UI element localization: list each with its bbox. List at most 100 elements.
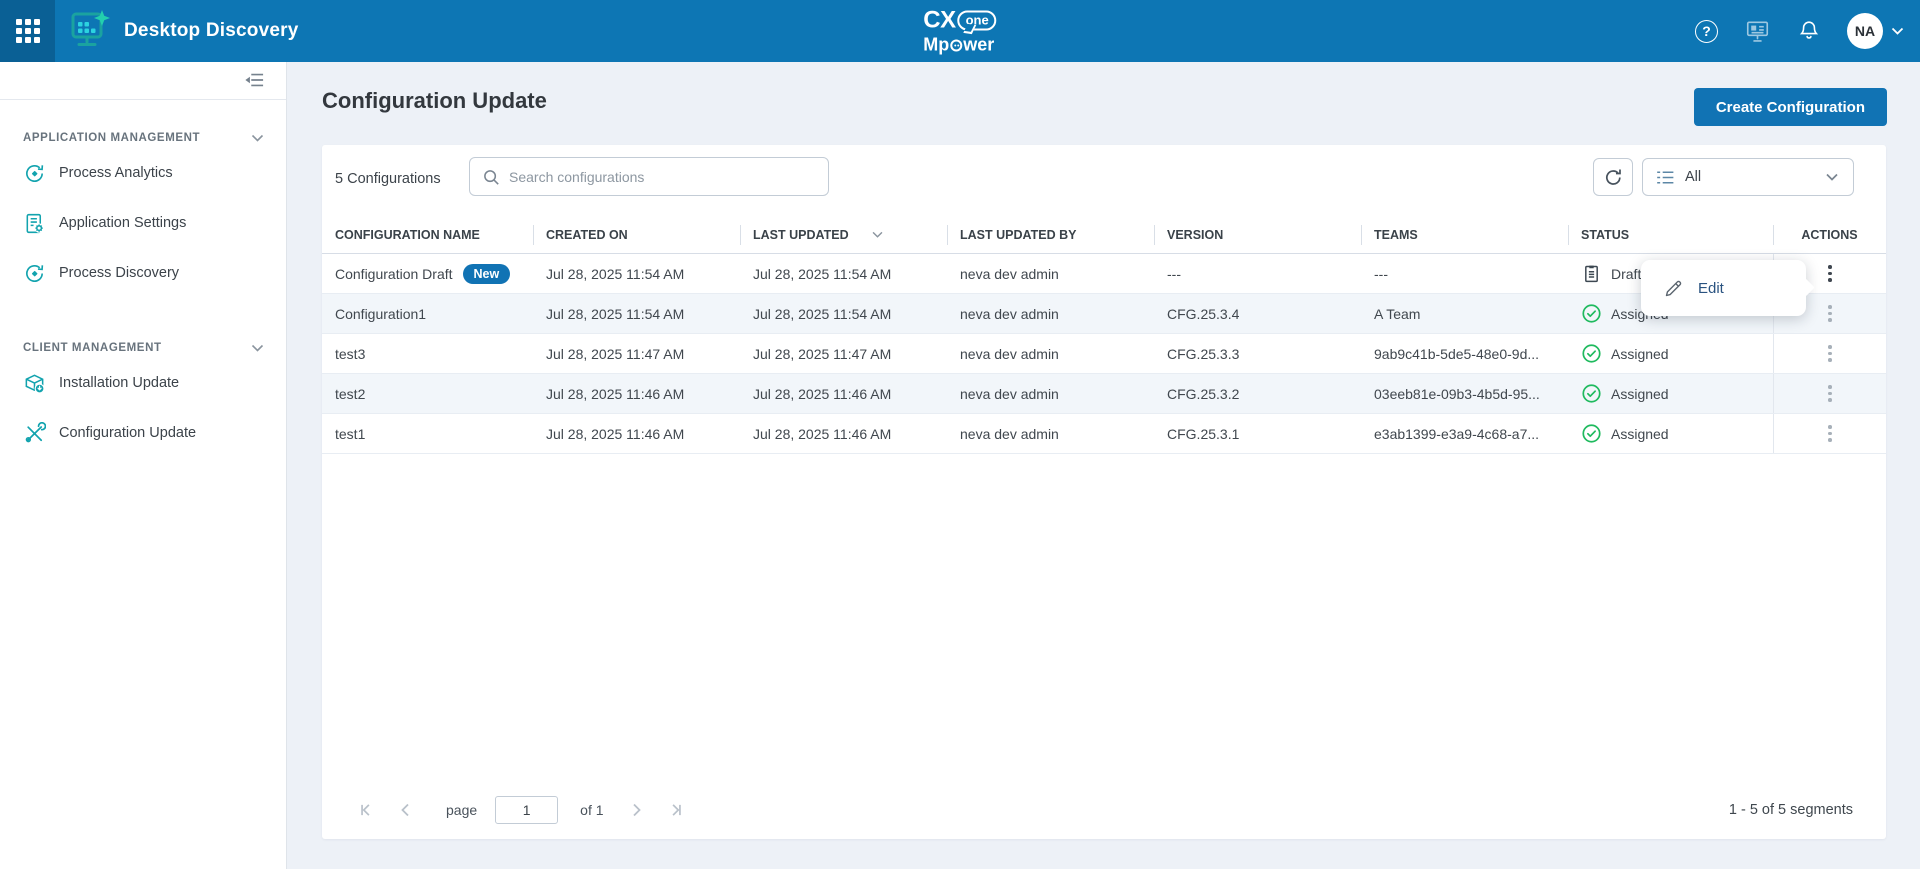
status-label: Assigned [1611, 386, 1669, 402]
brand-mpower-suffix: wer [963, 36, 994, 54]
kebab-menu-icon[interactable] [1820, 259, 1840, 288]
chevron-down-icon [1825, 173, 1839, 182]
chevron-down-icon [251, 134, 264, 143]
col-created-on[interactable]: CREATED ON [533, 217, 740, 253]
search-box [469, 157, 829, 196]
table-row[interactable]: test1 Jul 28, 2025 11:46 AM Jul 28, 2025… [322, 414, 1886, 454]
configurations-card: 5 Configurations All CONFIGURATION [322, 145, 1886, 839]
app-launcher-button[interactable] [0, 0, 55, 62]
sidebar-section-client-management[interactable]: CLIENT MANAGEMENT [0, 338, 286, 358]
process-analytics-icon [23, 162, 46, 185]
last-updated: Jul 28, 2025 11:54 AM [740, 294, 947, 333]
presentation-icon[interactable] [1744, 18, 1771, 44]
sidebar-item-installation-update[interactable]: Installation Update [0, 358, 286, 408]
last-page-icon[interactable] [656, 803, 694, 817]
sidebar-item-process-discovery[interactable]: Process Discovery [0, 248, 286, 298]
check-circle-icon [1581, 343, 1602, 364]
sidebar-section-application-management[interactable]: APPLICATION MANAGEMENT [0, 128, 286, 148]
col-last-updated-by[interactable]: LAST UPDATED BY [947, 217, 1154, 253]
col-configuration-name[interactable]: CONFIGURATION NAME [322, 217, 533, 253]
kebab-menu-icon[interactable] [1820, 419, 1840, 448]
col-last-updated[interactable]: LAST UPDATED [740, 217, 947, 253]
prev-page-icon[interactable] [386, 803, 424, 817]
help-icon[interactable]: ? [1695, 20, 1718, 43]
row-context-menu: Edit [1641, 260, 1806, 316]
configurations-table: CONFIGURATION NAME CREATED ON LAST UPDAT… [322, 217, 1886, 454]
refresh-icon [1603, 167, 1624, 188]
table-row[interactable]: test2 Jul 28, 2025 11:46 AM Jul 28, 2025… [322, 374, 1886, 414]
brand-one-bubble: one [958, 11, 997, 31]
process-discovery-icon [23, 262, 46, 285]
col-teams[interactable]: TEAMS [1361, 217, 1568, 253]
pagination: page of 1 [348, 796, 694, 824]
table-row[interactable]: test3 Jul 28, 2025 11:47 AM Jul 28, 2025… [322, 334, 1886, 374]
top-header: Desktop Discovery CX one Mpwer ? N [0, 0, 1920, 62]
desktop-discovery-logo-icon [69, 9, 111, 54]
brand-cx: CX [923, 9, 955, 33]
last-updated: Jul 28, 2025 11:47 AM [740, 334, 947, 373]
teams: A Team [1361, 294, 1568, 333]
sidebar-item-label: Configuration Update [59, 425, 196, 441]
brand-mpower-prefix: Mp [923, 36, 949, 54]
sidebar-item-label: Process Analytics [59, 165, 173, 181]
user-menu[interactable]: NA [1847, 13, 1904, 49]
next-page-icon[interactable] [618, 803, 656, 817]
last-updated: Jul 28, 2025 11:46 AM [740, 374, 947, 413]
version: CFG.25.3.2 [1154, 374, 1361, 413]
kebab-menu-icon[interactable] [1820, 339, 1840, 368]
check-circle-icon [1581, 383, 1602, 404]
last-updated-by: neva dev admin [947, 414, 1154, 453]
section-label: APPLICATION MANAGEMENT [23, 132, 200, 144]
sidebar-collapse-icon[interactable] [244, 71, 264, 89]
notifications-bell-icon[interactable] [1797, 18, 1821, 44]
version: CFG.25.3.3 [1154, 334, 1361, 373]
search-icon [482, 168, 500, 186]
installation-update-icon [23, 372, 46, 395]
sidebar-item-label: Installation Update [59, 375, 179, 391]
sidebar: APPLICATION MANAGEMENT Process Analytics… [0, 62, 287, 869]
table-header-row: CONFIGURATION NAME CREATED ON LAST UPDAT… [322, 217, 1886, 254]
avatar-chevron-icon [1891, 27, 1904, 36]
check-circle-icon [1581, 303, 1602, 324]
app-title: Desktop Discovery [124, 20, 298, 42]
sidebar-item-label: Application Settings [59, 215, 186, 231]
config-name: test2 [322, 374, 533, 413]
new-badge: New [463, 264, 511, 284]
last-updated-by: neva dev admin [947, 334, 1154, 373]
created-on: Jul 28, 2025 11:54 AM [533, 254, 740, 293]
page-label: page [446, 802, 477, 818]
first-page-icon[interactable] [348, 803, 386, 817]
col-label: LAST UPDATED [753, 217, 849, 253]
sidebar-item-configuration-update[interactable]: Configuration Update [0, 408, 286, 458]
configurations-count: 5 Configurations [335, 171, 441, 187]
create-configuration-button[interactable]: Create Configuration [1694, 88, 1887, 126]
refresh-button[interactable] [1593, 158, 1633, 196]
created-on: Jul 28, 2025 11:46 AM [533, 374, 740, 413]
created-on: Jul 28, 2025 11:54 AM [533, 294, 740, 333]
sidebar-item-process-analytics[interactable]: Process Analytics [0, 148, 286, 198]
version: --- [1154, 254, 1361, 293]
teams: e3ab1399-e3a9-4c68-a7... [1361, 414, 1568, 453]
config-name: test3 [322, 334, 533, 373]
brand-power-o-icon [950, 40, 962, 52]
edit-pencil-icon [1663, 278, 1684, 299]
context-menu-edit[interactable]: Edit [1698, 280, 1724, 297]
version: CFG.25.3.1 [1154, 414, 1361, 453]
check-circle-icon [1581, 423, 1602, 444]
sidebar-item-label: Process Discovery [59, 265, 179, 281]
search-input[interactable] [509, 169, 828, 185]
col-status[interactable]: STATUS [1568, 217, 1773, 253]
table-toolbar: 5 Configurations All [322, 145, 1886, 217]
kebab-menu-icon[interactable] [1820, 379, 1840, 408]
teams: --- [1361, 254, 1568, 293]
main-content: Configuration Update Create Configuratio… [287, 62, 1920, 869]
sidebar-item-application-settings[interactable]: Application Settings [0, 198, 286, 248]
page-number-input[interactable] [495, 796, 558, 824]
col-version[interactable]: VERSION [1154, 217, 1361, 253]
config-name: Configuration1 [322, 294, 533, 333]
filter-dropdown[interactable]: All [1642, 158, 1854, 196]
kebab-menu-icon[interactable] [1820, 299, 1840, 328]
config-name: Configuration Draft [335, 266, 453, 282]
sidebar-collapse-row [0, 62, 286, 100]
draft-clipboard-icon [1581, 263, 1602, 284]
